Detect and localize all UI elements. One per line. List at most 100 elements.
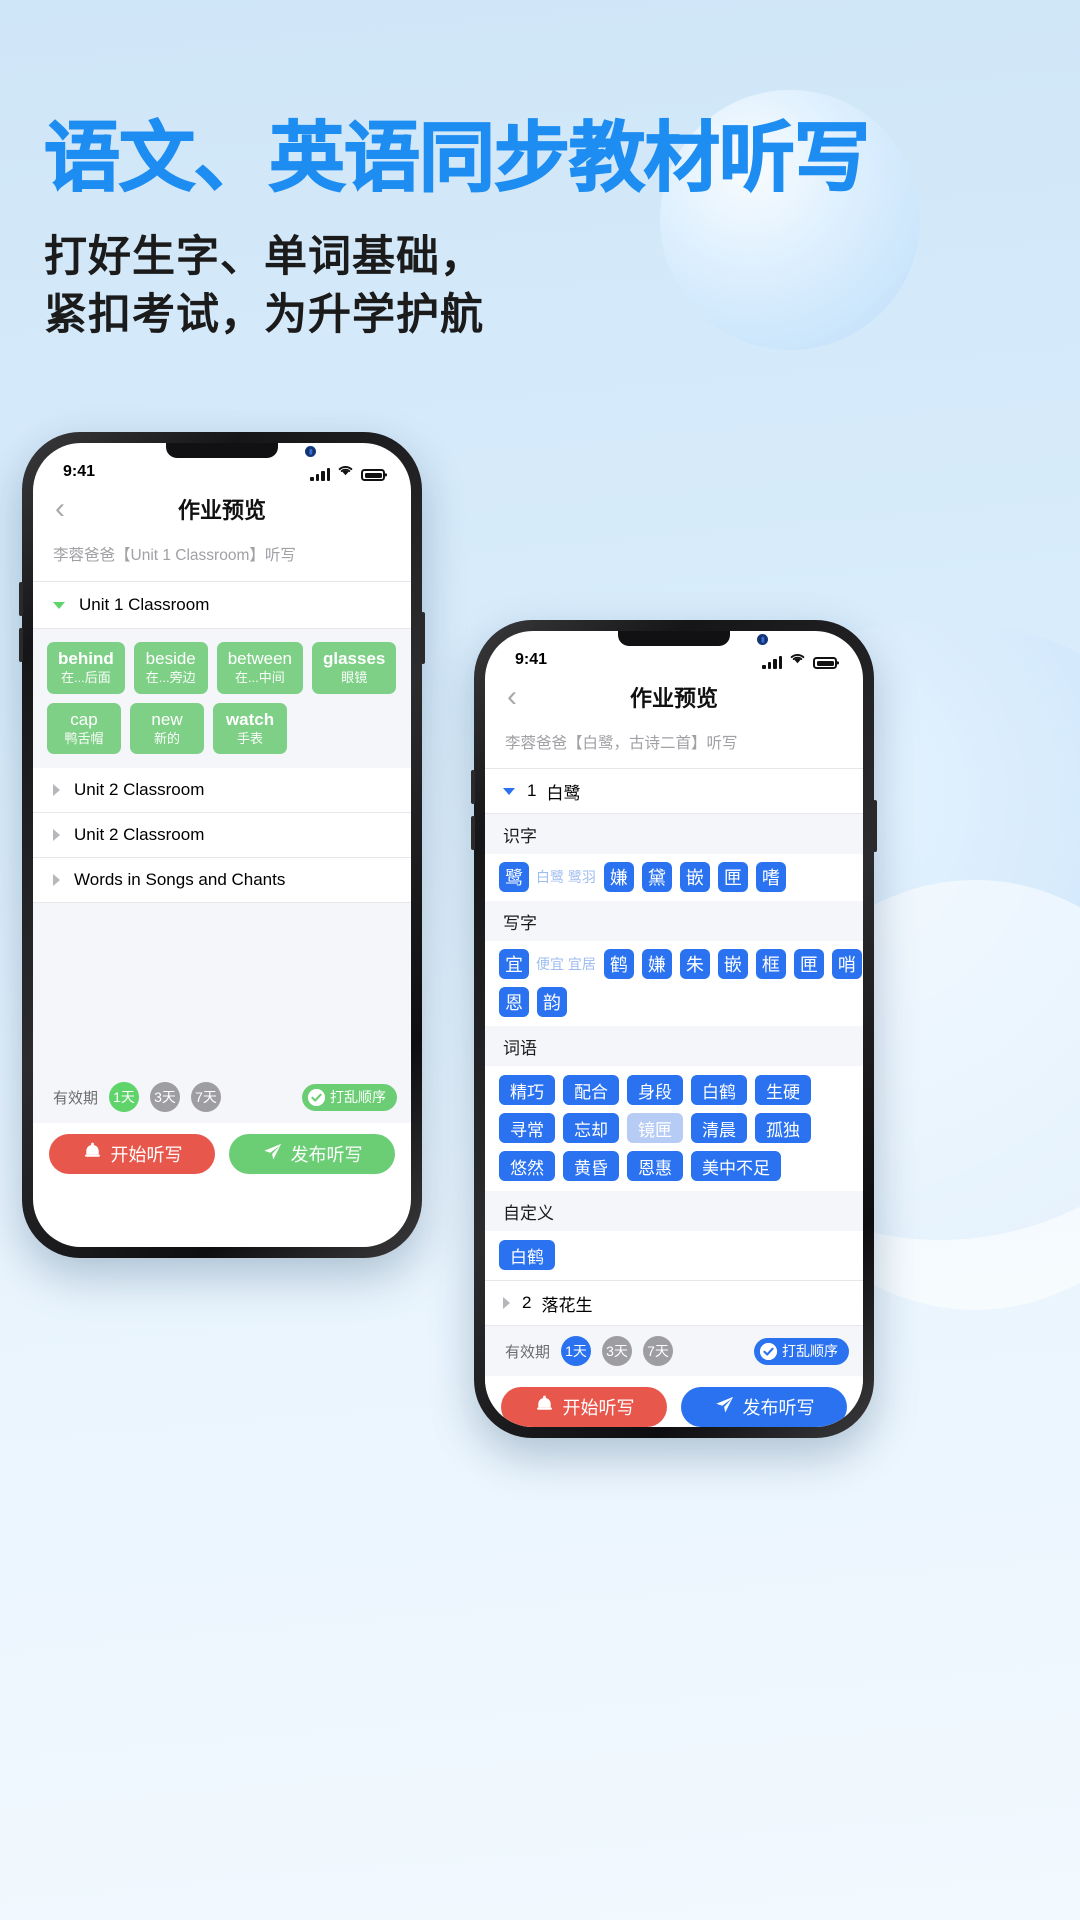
english-word-card[interactable]: beside 在...旁边 [133, 642, 208, 694]
bell-icon [534, 1394, 555, 1420]
validity-option-7day[interactable]: 7天 [191, 1082, 222, 1113]
phrase-chip[interactable]: 精巧 [499, 1075, 555, 1105]
english-word-card[interactable]: watch 手表 [213, 702, 287, 755]
phrase-chip[interactable]: 恩惠 [627, 1151, 683, 1181]
notch-right [618, 631, 730, 646]
lesson-item-2[interactable]: 2 落花生 [485, 1281, 863, 1325]
phrase-chip[interactable]: 忘却 [563, 1113, 619, 1143]
custom-chip-list: 白鹤 [485, 1231, 863, 1280]
phrase-chip[interactable]: 镜匣 [627, 1113, 683, 1143]
character-chip-list: 宜便宜 宜居鹤嫌朱嵌框匣哨恩韵 [485, 941, 863, 1026]
phone-mockup-right: 9:41 ‹ 作业预览 李蓉爸爸【白鹭，古诗二首】听写 1 白鹭 识字 鹭 白鹭… [471, 620, 877, 1438]
start-dictation-label: 开始听写 [110, 1145, 183, 1166]
phrase-chip[interactable]: 孤独 [755, 1113, 811, 1143]
character-chip[interactable]: 嵌 [717, 949, 748, 979]
unit-label: Words in Songs and Chants [74, 870, 286, 890]
english-word-card[interactable]: new 新的 [130, 702, 204, 755]
paper-plane-icon [714, 1394, 735, 1420]
character-chip[interactable]: 匣 [793, 949, 824, 979]
english-word-card[interactable]: behind 在...后面 [47, 642, 125, 694]
start-dictation-button[interactable]: 开始听写 [49, 1134, 215, 1175]
character-chip[interactable]: 嫌 [641, 949, 672, 979]
phrase-chip[interactable]: 悠然 [499, 1151, 555, 1181]
character-chip[interactable]: 恩 [499, 987, 529, 1017]
character-chip[interactable]: 宜 [499, 949, 529, 979]
english-word-translation: 新的 [153, 730, 180, 746]
poster-headline: 语文、英语同步教材听写 [43, 112, 871, 203]
phrase-chip[interactable]: 白鹤 [691, 1075, 747, 1105]
english-word-card[interactable]: between 在...中间 [216, 642, 303, 694]
back-chevron-icon[interactable]: ‹ [55, 494, 65, 524]
publish-dictation-button[interactable]: 发布听写 [229, 1134, 395, 1175]
sidebar-item-unit-1[interactable]: Unit 1 Classroom [33, 582, 411, 628]
english-word-card-list: behind 在...后面 beside 在...旁边 between 在...中间 gla… [33, 629, 411, 769]
character-chip[interactable]: 嫌 [603, 862, 634, 892]
status-icons [762, 651, 837, 669]
english-word-translation: 眼镜 [341, 670, 368, 686]
battery-full-icon [813, 657, 837, 669]
start-dictation-button[interactable]: 开始听写 [501, 1387, 667, 1427]
wifi-icon [789, 651, 806, 669]
custom-chip[interactable]: 白鹤 [499, 1240, 555, 1270]
phrase-chip[interactable]: 配合 [563, 1075, 619, 1105]
english-word-text: behind [58, 649, 114, 668]
character-chip[interactable]: 朱 [679, 949, 710, 979]
notch-left [166, 443, 278, 458]
character-chip[interactable]: 韵 [537, 987, 567, 1017]
character-chip[interactable]: 嵌 [679, 862, 710, 892]
phrase-chip[interactable]: 黄昏 [563, 1151, 619, 1181]
character-chip[interactable]: 鹭 [499, 862, 529, 892]
validity-option-3day[interactable]: 3天 [602, 1336, 633, 1366]
validity-option-1day[interactable]: 1天 [109, 1082, 140, 1113]
volume-down-button-left[interactable] [19, 628, 23, 662]
empty-space [33, 903, 411, 1072]
wifi-icon [337, 463, 354, 481]
phone-screen-left: 9:41 ‹ 作业预览 李蓉爸爸【Unit 1 Classroom】听写 Uni… [33, 443, 411, 1247]
english-word-card[interactable]: glasses 眼镜 [312, 642, 397, 694]
phrase-chip[interactable]: 生硬 [755, 1075, 811, 1105]
character-example-words: 便宜 宜居 [536, 956, 596, 972]
volume-up-button-right[interactable] [471, 770, 475, 804]
character-chip[interactable]: 框 [755, 949, 786, 979]
shuffle-order-button[interactable]: 打乱顺序 [754, 1337, 849, 1365]
sidebar-item-unit-2[interactable]: Unit 2 Classroom [33, 768, 411, 813]
volume-down-button-right[interactable] [471, 816, 475, 850]
character-chip[interactable]: 哨 [831, 949, 862, 979]
character-chip[interactable]: 嗜 [755, 862, 786, 892]
shuffle-label: 打乱顺序 [330, 1089, 386, 1106]
action-bar-right: 开始听写 发布听写 [485, 1376, 863, 1427]
power-button-right[interactable] [873, 800, 877, 852]
character-chip[interactable]: 匣 [717, 862, 748, 892]
phrase-chip[interactable]: 清晨 [691, 1113, 747, 1143]
unit-label: Unit 1 Classroom [79, 595, 210, 614]
power-button-left[interactable] [421, 612, 425, 664]
phrase-chip[interactable]: 美中不足 [691, 1151, 781, 1181]
validity-option-1day[interactable]: 1天 [561, 1336, 592, 1366]
phone-screen-right: 9:41 ‹ 作业预览 李蓉爸爸【白鹭，古诗二首】听写 1 白鹭 识字 鹭 白鹭… [485, 631, 863, 1427]
shuffle-label: 打乱顺序 [782, 1343, 838, 1359]
triangle-down-icon [503, 787, 515, 795]
english-word-translation: 在...中间 [234, 670, 285, 686]
shuffle-order-button[interactable]: 打乱顺序 [302, 1083, 397, 1111]
character-chip[interactable]: 鹤 [603, 949, 634, 979]
character-sections: 识字鹭白鹭 鹭羽嫌黛嵌匣嗜写字宜便宜 宜居鹤嫌朱嵌框匣哨恩韵 [485, 814, 863, 1026]
character-chip[interactable]: 黛 [641, 862, 672, 892]
phrase-chip[interactable]: 寻常 [499, 1113, 555, 1143]
english-word-translation: 手表 [236, 730, 263, 746]
lesson-number: 1 [527, 781, 537, 800]
english-word-text: cap [70, 709, 98, 729]
phrase-chip[interactable]: 身段 [627, 1075, 683, 1105]
publish-dictation-button[interactable]: 发布听写 [681, 1387, 847, 1427]
action-bar-left: 开始听写 发布听写 [33, 1123, 411, 1186]
validity-option-3day[interactable]: 3天 [150, 1082, 181, 1113]
sidebar-item-unit-3[interactable]: Unit 2 Classroom [33, 813, 411, 858]
lead-character-group[interactable]: 宜便宜 宜居 [499, 949, 596, 979]
lead-character-group[interactable]: 鹭白鹭 鹭羽 [499, 862, 596, 892]
validity-option-7day[interactable]: 7天 [643, 1336, 674, 1366]
volume-up-button-left[interactable] [19, 582, 23, 616]
back-chevron-icon[interactable]: ‹ [507, 682, 517, 712]
lesson-item-1[interactable]: 1 白鹭 [485, 769, 863, 813]
sidebar-item-unit-4[interactable]: Words in Songs and Chants [33, 858, 411, 903]
english-word-card[interactable]: cap 鸭舌帽 [47, 702, 121, 755]
triangle-down-icon [53, 601, 65, 609]
